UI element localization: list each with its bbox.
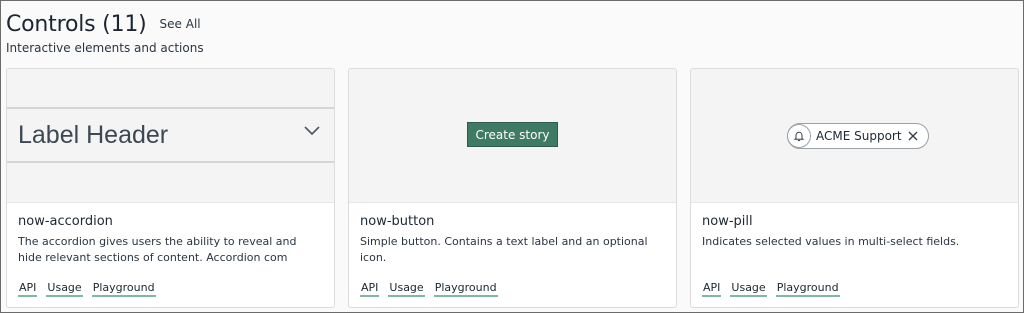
card-preview: ACME Support (691, 69, 1018, 203)
acme-support-pill[interactable]: ACME Support (787, 123, 929, 149)
see-all-link[interactable]: See All (160, 17, 201, 31)
card-title: now-pill (702, 214, 753, 229)
card-links: API Usage Playground (702, 281, 840, 297)
card-description: Simple button. Contains a text label and… (360, 235, 648, 264)
card-preview: Create story (349, 69, 676, 203)
card-title: now-accordion (18, 214, 113, 229)
component-card-pill[interactable]: ACME Support now-pill Indicates selected… (690, 68, 1019, 308)
close-icon[interactable] (908, 131, 918, 141)
accordion-label: Label Header (18, 120, 169, 149)
card-description: Indicates selected values in multi-selec… (702, 235, 960, 248)
component-card-accordion[interactable]: Label Header now-accordion The accordion… (6, 68, 335, 308)
api-link[interactable]: API (360, 281, 380, 297)
accordion-header[interactable]: Label Header (7, 107, 334, 163)
section-header: Controls (11) See All (6, 7, 201, 41)
card-preview: Label Header (7, 69, 334, 203)
card-title: now-button (360, 214, 435, 229)
usage-link[interactable]: Usage (388, 281, 425, 297)
api-link[interactable]: API (18, 281, 38, 297)
playground-link[interactable]: Playground (775, 281, 840, 297)
card-description: The accordion gives users the ability to… (18, 235, 297, 264)
api-link[interactable]: API (702, 281, 722, 297)
component-card-button[interactable]: Create story now-button Simple button. C… (348, 68, 677, 308)
chevron-down-icon[interactable] (304, 126, 320, 136)
bell-icon (787, 124, 811, 148)
playground-link[interactable]: Playground (91, 281, 156, 297)
pill-label: ACME Support (816, 129, 902, 143)
section-subtitle: Interactive elements and actions (6, 41, 204, 55)
playground-link[interactable]: Playground (433, 281, 498, 297)
create-story-button[interactable]: Create story (467, 122, 558, 147)
card-links: API Usage Playground (360, 281, 498, 297)
usage-link[interactable]: Usage (730, 281, 767, 297)
usage-link[interactable]: Usage (46, 281, 83, 297)
section-title: Controls (11) (6, 11, 147, 37)
card-links: API Usage Playground (18, 281, 156, 297)
